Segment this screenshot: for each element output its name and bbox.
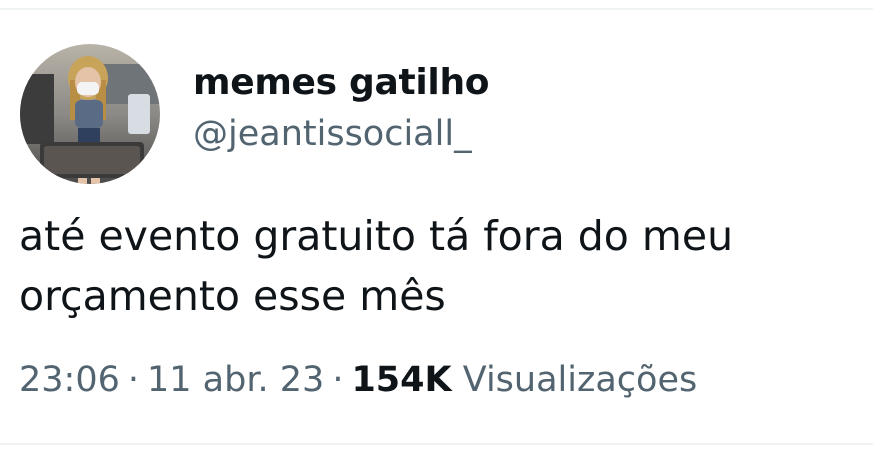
tweet-text-line: orçamento esse mês bbox=[19, 272, 446, 320]
views-count[interactable]: 154K bbox=[351, 360, 451, 400]
user-handle[interactable]: @jeantissociall_ bbox=[193, 114, 472, 154]
meta-separator: · bbox=[127, 360, 140, 400]
tweet-meta: 23:06 · 11 abr. 23 · 154K Visualizações bbox=[19, 360, 697, 400]
tweet-text-line: até evento gratuito tá fora do meu bbox=[19, 212, 734, 260]
tweet-text: até evento gratuito tá fora do meu orçam… bbox=[19, 206, 869, 326]
tweet-card[interactable]: memes gatilho @jeantissociall_ até event… bbox=[0, 0, 873, 457]
display-name[interactable]: memes gatilho bbox=[193, 62, 490, 103]
meta-separator: · bbox=[332, 360, 344, 400]
bottom-divider bbox=[0, 443, 873, 445]
tweet-date[interactable]: 11 abr. 23 bbox=[147, 360, 324, 400]
avatar-photo-icon bbox=[20, 44, 160, 184]
views-label[interactable]: Visualizações bbox=[463, 360, 697, 400]
tweet-time[interactable]: 23:06 bbox=[19, 360, 120, 400]
avatar[interactable] bbox=[20, 44, 160, 184]
